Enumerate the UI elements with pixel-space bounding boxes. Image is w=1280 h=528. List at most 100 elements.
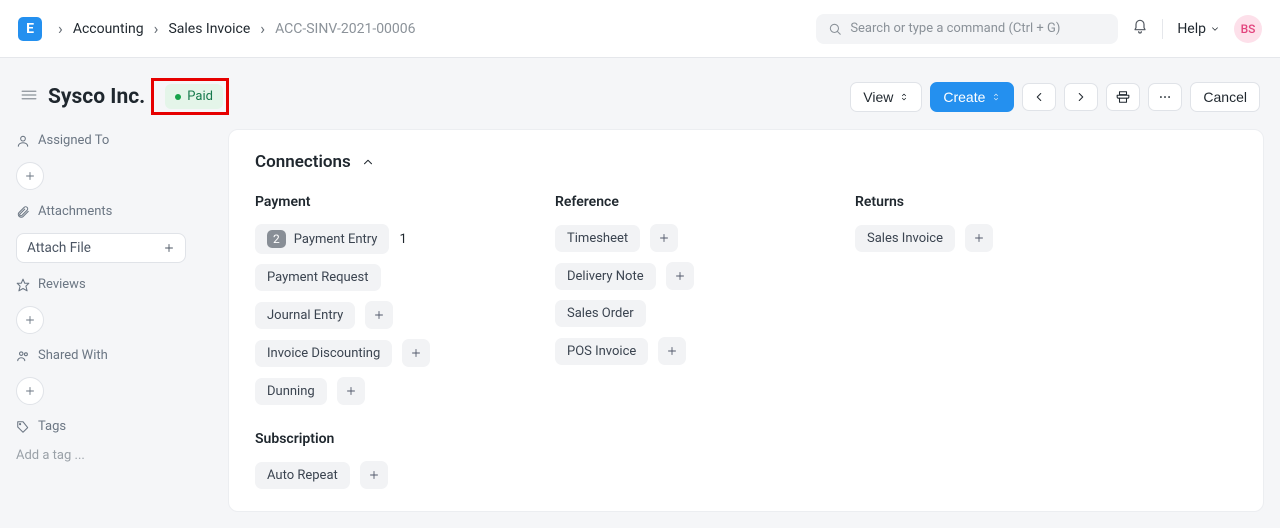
- reference-title: Reference: [555, 194, 795, 210]
- search-placeholder: Search or type a command (Ctrl + G): [850, 21, 1060, 36]
- chevron-right-icon: [1074, 90, 1088, 104]
- plus-icon: [24, 170, 36, 182]
- chevron-right-icon: ›: [154, 19, 159, 38]
- add-delivery-note[interactable]: [666, 262, 694, 290]
- sidebar-toggle-icon[interactable]: [20, 86, 38, 108]
- chip-sales-order[interactable]: Sales Order: [555, 300, 646, 327]
- plus-icon: [666, 345, 678, 357]
- cancel-button[interactable]: Cancel: [1190, 82, 1260, 112]
- plus-icon: [373, 309, 385, 321]
- plus-icon: [345, 385, 357, 397]
- breadcrumb-docname: ACC-SINV-2021-00006: [275, 21, 415, 37]
- chip-delivery-note[interactable]: Delivery Note: [555, 263, 656, 290]
- plus-icon: [24, 314, 36, 326]
- plus-icon: [163, 242, 175, 254]
- badge: 2: [267, 230, 286, 248]
- add-invoice-discounting[interactable]: [402, 339, 430, 367]
- chip-dunning[interactable]: Dunning: [255, 378, 327, 405]
- chip-invoice-discounting[interactable]: Invoice Discounting: [255, 340, 392, 367]
- dots-icon: [1158, 90, 1172, 104]
- help-menu[interactable]: Help: [1177, 21, 1220, 37]
- attach-file-button[interactable]: Attach File: [16, 233, 186, 263]
- status-dot-icon: [175, 94, 181, 100]
- attach-file-label: Attach File: [27, 240, 91, 256]
- payment-entry-count: 1: [399, 232, 406, 247]
- plus-icon: [410, 347, 422, 359]
- more-button[interactable]: [1148, 83, 1182, 111]
- connections-heading[interactable]: Connections: [255, 152, 1237, 172]
- assign-add-button[interactable]: [16, 162, 44, 190]
- view-label: View: [863, 89, 893, 105]
- printer-icon: [1116, 90, 1130, 104]
- plus-icon: [674, 270, 686, 282]
- select-icon: [991, 91, 1001, 103]
- vertical-divider: [1162, 19, 1163, 39]
- chip-auto-repeat[interactable]: Auto Repeat: [255, 462, 350, 489]
- breadcrumb-sales-invoice[interactable]: Sales Invoice: [168, 21, 250, 37]
- plus-icon: [368, 469, 380, 481]
- search-input[interactable]: Search or type a command (Ctrl + G): [816, 14, 1118, 44]
- cancel-label: Cancel: [1203, 89, 1247, 105]
- review-add-button[interactable]: [16, 306, 44, 334]
- tags-label: Tags: [16, 419, 212, 434]
- bell-icon[interactable]: [1132, 19, 1148, 39]
- add-journal-entry[interactable]: [365, 301, 393, 329]
- reviews-label: Reviews: [16, 277, 212, 292]
- page-title: Sysco Inc.: [48, 85, 145, 109]
- add-tag-input[interactable]: Add a tag ...: [16, 448, 212, 463]
- status-badge: Paid: [165, 84, 223, 109]
- reference-column: Reference Timesheet Delivery Note Sales …: [555, 194, 795, 489]
- chip-sales-invoice[interactable]: Sales Invoice: [855, 225, 955, 252]
- add-timesheet[interactable]: [650, 224, 678, 252]
- share-add-button[interactable]: [16, 377, 44, 405]
- app-logo[interactable]: E: [18, 17, 42, 41]
- breadcrumb: › Accounting › Sales Invoice › ACC-SINV-…: [58, 19, 416, 38]
- connections-card: Connections Payment 2 Payment Entry 1 Pa: [228, 129, 1264, 512]
- tag-icon: [16, 420, 30, 434]
- payment-title: Payment: [255, 194, 495, 210]
- print-button[interactable]: [1106, 83, 1140, 111]
- add-pos-invoice[interactable]: [658, 337, 686, 365]
- chip-payment-entry[interactable]: 2 Payment Entry: [255, 224, 389, 254]
- form-sidebar: Assigned To Attachments Attach File Revi…: [0, 129, 228, 467]
- create-label: Create: [943, 89, 985, 105]
- add-auto-repeat[interactable]: [360, 461, 388, 489]
- chevron-left-icon: [1032, 90, 1046, 104]
- select-icon: [899, 91, 909, 103]
- chevron-right-icon: ›: [58, 19, 63, 38]
- help-label: Help: [1177, 21, 1206, 37]
- add-sales-invoice-return[interactable]: [965, 224, 993, 252]
- plus-icon: [658, 232, 670, 244]
- chip-timesheet[interactable]: Timesheet: [555, 225, 640, 252]
- create-button[interactable]: Create: [930, 82, 1014, 112]
- view-button[interactable]: View: [850, 82, 922, 112]
- chevron-up-icon: [361, 155, 375, 169]
- chevron-down-icon: [1210, 24, 1220, 34]
- attachments-label: Attachments: [16, 204, 212, 219]
- search-icon: [828, 22, 842, 36]
- user-icon: [16, 134, 30, 148]
- users-icon: [16, 349, 30, 363]
- chip-pos-invoice[interactable]: POS Invoice: [555, 338, 648, 365]
- chip-journal-entry[interactable]: Journal Entry: [255, 302, 355, 329]
- shared-with-label: Shared With: [16, 348, 212, 363]
- title-bar: Sysco Inc. Paid View Create Cancel: [0, 58, 1280, 129]
- status-highlight: Paid: [151, 78, 229, 115]
- plus-icon: [24, 385, 36, 397]
- add-dunning[interactable]: [337, 377, 365, 405]
- prev-button[interactable]: [1022, 83, 1056, 111]
- next-button[interactable]: [1064, 83, 1098, 111]
- breadcrumb-accounting[interactable]: Accounting: [73, 21, 144, 37]
- returns-column: Returns Sales Invoice: [855, 194, 1095, 489]
- chip-payment-request[interactable]: Payment Request: [255, 264, 381, 291]
- chevron-right-icon: ›: [260, 19, 265, 38]
- status-text: Paid: [187, 89, 213, 104]
- returns-title: Returns: [855, 194, 1095, 210]
- assigned-to-label: Assigned To: [16, 133, 212, 148]
- star-icon: [16, 278, 30, 292]
- subscription-title: Subscription: [255, 431, 495, 447]
- user-avatar[interactable]: BS: [1234, 15, 1262, 43]
- payment-column: Payment 2 Payment Entry 1 Payment Reques…: [255, 194, 495, 489]
- paperclip-icon: [16, 205, 30, 219]
- plus-icon: [973, 232, 985, 244]
